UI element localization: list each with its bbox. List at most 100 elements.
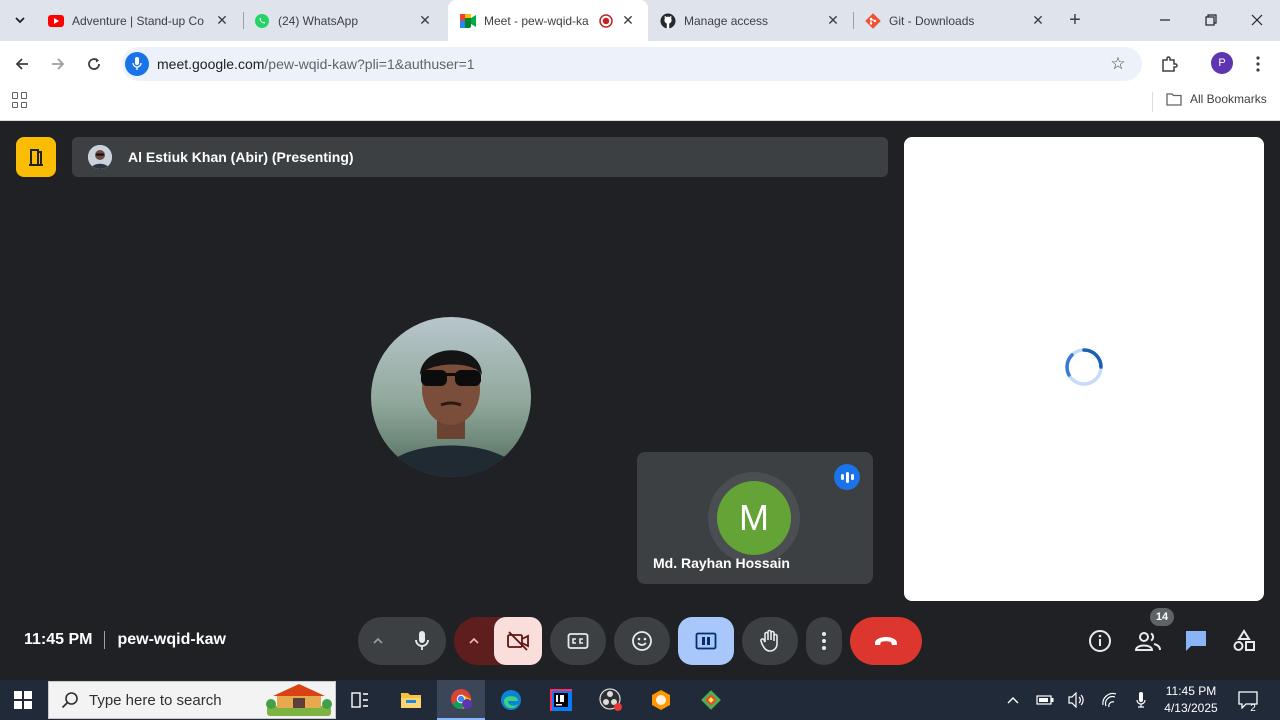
raise-hand-icon [760,629,778,652]
close-tab-icon[interactable]: ✕ [825,12,841,29]
taskbar-app-diamond[interactable] [687,680,735,720]
taskbar-clock[interactable]: 11:45 PM 4/13/2025 [1158,683,1224,717]
close-icon [1251,14,1263,26]
notification-center[interactable] [1236,680,1260,720]
git-icon [865,12,881,29]
arrow-left-icon [15,58,28,70]
edge-icon [501,690,521,710]
all-bookmarks-button[interactable]: All Bookmarks [1166,92,1267,106]
tab-youtube[interactable]: Adventure | Stand-up Co ✕ [36,0,242,41]
meeting-room-icon[interactable] [16,137,56,177]
forward-button[interactable] [44,50,72,78]
minimize-button[interactable] [1142,0,1188,40]
tab-search-button[interactable] [8,8,32,32]
taskbar-obs[interactable] [587,680,635,720]
app-orange-icon [652,690,670,710]
chrome-icon [451,689,472,710]
taskbar-chrome[interactable] [437,680,485,720]
self-participant-tile[interactable]: M Md. Rayhan Hossain [637,452,873,584]
loading-spinner-icon [1065,348,1103,386]
url-text[interactable]: meet.google.com/pew-wqid-kaw?pli=1&authu… [157,56,475,72]
clock-date: 4/13/2025 [1164,701,1218,715]
presenter-large-avatar [371,317,531,477]
end-call-icon [875,637,897,645]
microphone-icon [1136,692,1146,708]
url-path: /pew-wqid-kaw?pli=1&authuser=1 [264,56,475,72]
close-tab-icon[interactable]: ✕ [214,12,230,29]
tab-whatsapp[interactable]: (24) WhatsApp ✕ [242,0,445,41]
meeting-time: 11:45 PM [24,631,93,648]
battery-status[interactable] [1034,680,1056,720]
tab-git[interactable]: Git - Downloads ✕ [853,0,1058,41]
captions-button[interactable] [550,617,606,665]
notification-count: 2 [1250,703,1256,714]
chat-button[interactable] [1182,627,1210,655]
chevron-up-icon [469,637,479,644]
bookmark-separator [1152,92,1153,112]
activities-button[interactable] [1230,627,1258,655]
raise-hand-button[interactable] [742,617,798,665]
camera-button[interactable] [494,617,542,665]
leave-call-button[interactable] [850,617,922,665]
new-tab-button[interactable]: + [1063,8,1087,32]
more-vert-icon [822,632,826,650]
clock-time: 11:45 PM [1165,684,1217,698]
github-icon [660,13,676,29]
tab-title: Meet - pew-wqid-ka [484,13,589,28]
audio-options-button[interactable] [358,617,398,665]
extensions-button[interactable] [1155,50,1183,78]
taskbar-search[interactable]: Type here to search [48,681,336,719]
chrome-menu-button[interactable] [1244,50,1272,78]
meeting-code: pew-wqid-kaw [117,631,226,648]
close-tab-icon[interactable]: ✕ [1030,12,1046,29]
reactions-button[interactable] [614,617,670,665]
mic-access-icon[interactable] [125,52,149,76]
battery-icon [1036,695,1054,705]
taskbar-app-orange[interactable] [637,680,685,720]
meet-stage: Al Estiuk Khan (Abir) (Presenting) M Md.… [0,121,1280,679]
camera-control [454,617,542,665]
activities-icon [1233,629,1255,651]
windows-start-icon[interactable] [14,691,32,709]
bookmark-star-icon[interactable]: ☆ [1108,54,1128,74]
tab-github[interactable]: Manage access ✕ [648,0,853,41]
close-tab-icon[interactable]: ✕ [620,12,636,29]
network-status[interactable] [1099,680,1121,720]
video-options-button[interactable] [454,617,494,665]
meeting-details-button[interactable] [1086,627,1114,655]
mic-in-use[interactable] [1130,680,1152,720]
windows-taskbar: Type here to search 11:45 PM 4/13/2025 2 [0,680,1280,720]
people-button[interactable] [1134,627,1162,655]
taskbar-edge[interactable] [487,680,535,720]
reload-icon [88,58,100,70]
restore-button[interactable] [1188,0,1234,40]
all-bookmarks-label: All Bookmarks [1190,92,1267,106]
participant-count-badge: 14 [1150,608,1174,626]
tab-meet[interactable]: Meet - pew-wqid-ka ✕ [448,0,648,41]
taskbar-intellij[interactable] [537,680,585,720]
whatsapp-icon [254,13,270,29]
present-screen-icon [695,632,717,650]
volume-control[interactable] [1066,680,1088,720]
obs-icon [599,688,622,711]
close-tab-icon[interactable]: ✕ [417,12,433,29]
address-bar[interactable]: meet.google.com/pew-wqid-kaw?pli=1&authu… [122,47,1142,81]
presenting-label: Al Estiuk Khan (Abir) (Presenting) [128,149,354,165]
show-hidden-icons[interactable] [1002,680,1024,720]
close-window-button[interactable] [1234,0,1280,40]
tab-title: (24) WhatsApp [278,13,359,28]
microphone-button[interactable] [398,617,446,665]
closed-captions-icon [567,633,589,649]
file-explorer-icon [401,693,421,708]
taskbar-file-explorer[interactable] [387,680,435,720]
profile-avatar[interactable]: P [1211,52,1233,74]
task-view-button[interactable] [336,680,384,720]
apps-grid-icon[interactable] [12,92,28,108]
presenter-avatar [88,145,112,169]
divider [104,631,106,649]
back-button[interactable] [8,50,36,78]
reload-button[interactable] [80,50,108,78]
more-options-button[interactable] [806,617,842,665]
present-now-button[interactable] [678,617,734,665]
participant-avatar: M [717,481,791,555]
